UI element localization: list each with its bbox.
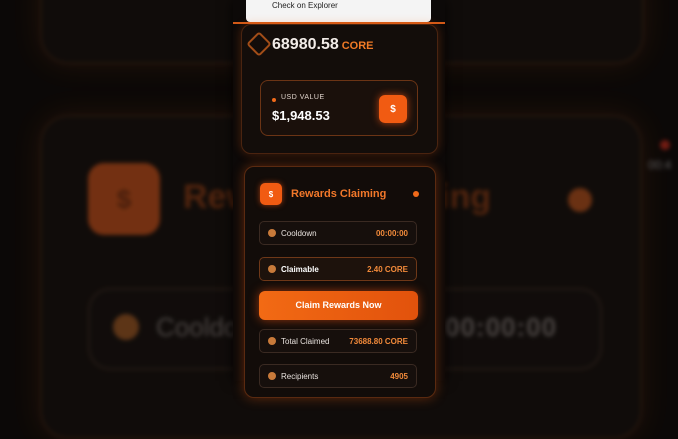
- total-claimed-value: 73688.80 CORE: [349, 337, 408, 346]
- dollar-circle-icon: [268, 337, 276, 345]
- rewards-title: Rewards Claiming: [291, 188, 387, 200]
- dollar-button[interactable]: $: [379, 95, 407, 123]
- background-dollar-icon: $: [88, 163, 160, 235]
- balance-value: 68980.58: [272, 36, 339, 53]
- background-side-dot: [660, 140, 670, 150]
- clock-icon: [268, 229, 276, 237]
- recipients-row: Recipients 4905: [259, 364, 417, 388]
- explorer-popup[interactable]: Check on Explorer: [246, 0, 431, 22]
- recipients-value: 4905: [390, 372, 408, 381]
- recipients-label: Recipients: [281, 372, 319, 381]
- status-dot: [413, 191, 419, 197]
- explorer-link[interactable]: Check on Explorer: [272, 1, 338, 10]
- dollar-icon: $: [260, 183, 282, 205]
- usd-label: USD VALUE: [281, 94, 325, 101]
- coin-icon: [268, 265, 276, 273]
- background-status-dot: [568, 188, 592, 212]
- claim-rewards-button[interactable]: Claim Rewards Now: [259, 291, 418, 320]
- balance-unit: CORE: [341, 40, 374, 52]
- claimable-value: 2.40 CORE: [367, 265, 408, 274]
- background-cooldown-time: 00:00:00: [445, 312, 558, 342]
- phone-screen: Check on Explorer 68980.58 CORE USD VALUE…: [233, 0, 445, 398]
- usd-indicator-dot: [272, 98, 276, 102]
- cooldown-row: Cooldown 00:00:00: [259, 221, 417, 245]
- total-claimed-label: Total Claimed: [281, 337, 330, 346]
- background-title-right: ing: [440, 178, 491, 216]
- users-icon: [268, 372, 276, 380]
- usd-value-box: USD VALUE $1,948.53 $: [260, 80, 418, 136]
- total-claimed-row: Total Claimed 73688.80 CORE: [259, 329, 417, 353]
- background-cooldown-label: Cooldo: [156, 312, 239, 342]
- claimable-row: Claimable 2.40 CORE: [259, 257, 417, 281]
- cooldown-value: 00:00:00: [375, 229, 408, 238]
- background-clock-icon: [113, 314, 139, 340]
- cooldown-label: Cooldown: [281, 229, 317, 238]
- usd-value: $1,948.53: [272, 108, 330, 123]
- rewards-claiming-card: $ Rewards Claiming Cooldown 00:00:00 Cla…: [244, 166, 436, 398]
- balance-amount: 68980.58 CORE: [272, 36, 374, 54]
- core-logo-icon: [246, 31, 272, 57]
- claimable-label: Claimable: [281, 265, 319, 274]
- background-side-time: 00:4: [648, 158, 672, 172]
- balance-card: 68980.58 CORE USD VALUE $1,948.53 $: [241, 24, 438, 154]
